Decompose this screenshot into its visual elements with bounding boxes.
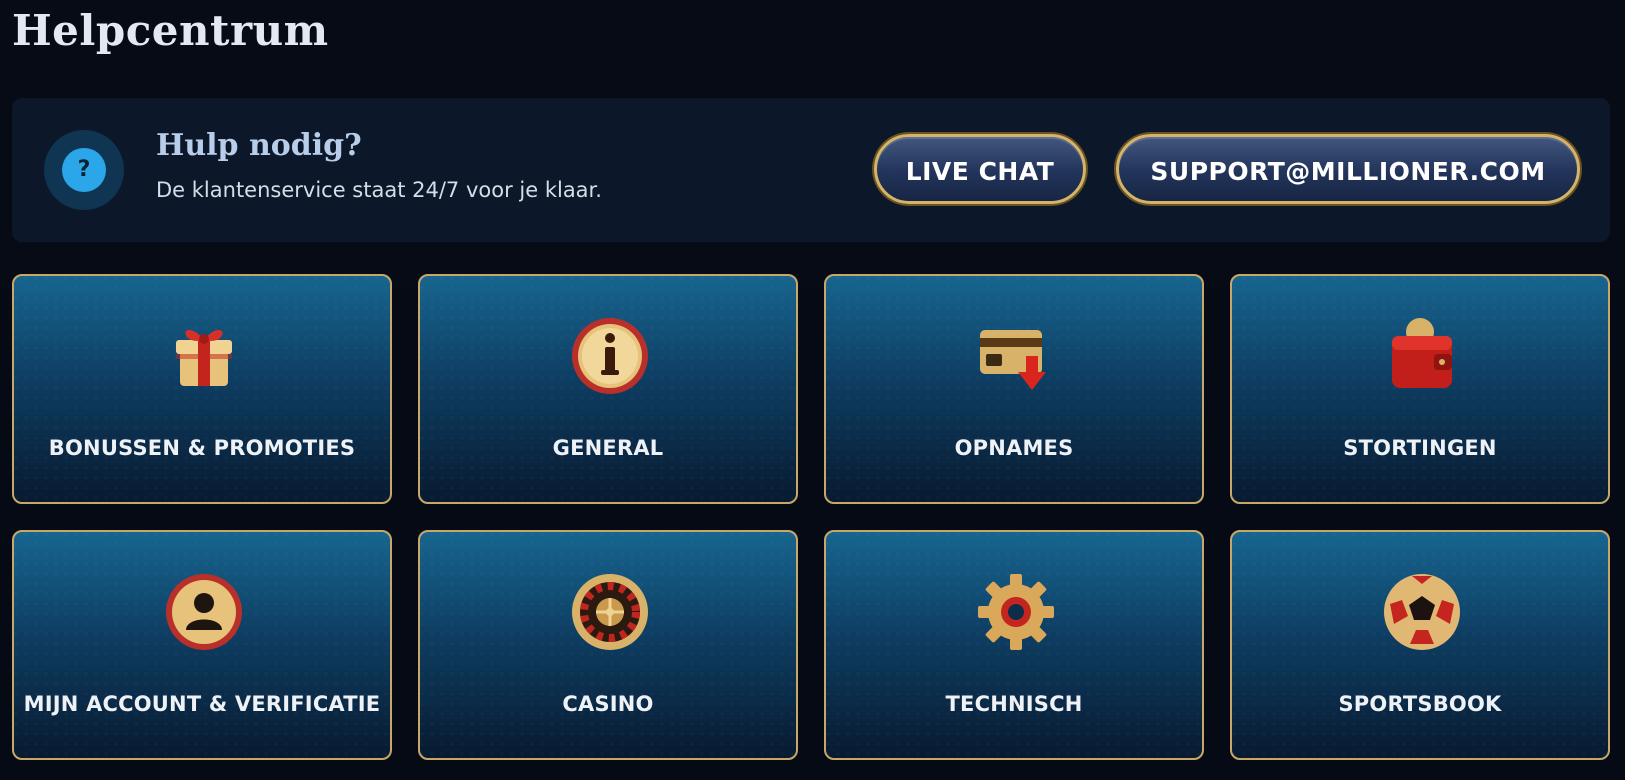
category-card-deposits[interactable]: STORTINGEN <box>1230 274 1610 504</box>
category-card-withdrawals[interactable]: OPNAMES <box>824 274 1204 504</box>
help-subtext: De klantenservice staat 24/7 voor je kla… <box>156 178 602 202</box>
category-label: OPNAMES <box>954 436 1074 460</box>
category-label: MIJN ACCOUNT & VERIFICATIE <box>23 692 381 716</box>
help-banner: ? Hulp nodig? De klantenservice staat 24… <box>12 98 1610 242</box>
withdraw-card-icon <box>980 330 1046 390</box>
category-card-account[interactable]: MIJN ACCOUNT & VERIFICATIE <box>12 530 392 760</box>
category-label: GENERAL <box>552 436 664 460</box>
help-center-page: Helpcentrum ? Hulp nodig? De klantenserv… <box>0 0 1625 780</box>
category-card-casino[interactable]: CASINO <box>418 530 798 760</box>
category-label: SPORTSBOOK <box>1338 692 1502 716</box>
wallet-icon <box>1392 318 1452 388</box>
help-heading: Hulp nodig? <box>156 128 362 163</box>
category-card-technical[interactable]: TECHNISCH <box>824 530 1204 760</box>
live-chat-button[interactable]: LIVE CHAT <box>874 134 1086 204</box>
gift-icon <box>176 329 232 386</box>
category-label: CASINO <box>562 692 654 716</box>
category-label: BONUSSEN & PROMOTIES <box>48 436 356 460</box>
soccer-ball-icon <box>1384 574 1460 650</box>
user-account-icon <box>166 574 242 650</box>
gear-icon <box>978 574 1054 650</box>
category-label: TECHNISCH <box>945 692 1083 716</box>
category-card-bonuses[interactable]: BONUSSEN & PROMOTIES <box>12 274 392 504</box>
page-title: Helpcentrum <box>12 6 329 55</box>
info-icon <box>572 318 648 394</box>
category-label: STORTINGEN <box>1343 436 1497 460</box>
category-card-sportsbook[interactable]: SPORTSBOOK <box>1230 530 1610 760</box>
support-email-button[interactable]: SUPPORT@MILLIONER.COM <box>1116 134 1580 204</box>
category-card-general[interactable]: GENERAL <box>418 274 798 504</box>
roulette-icon <box>572 574 648 650</box>
question-icon: ? <box>44 130 124 210</box>
